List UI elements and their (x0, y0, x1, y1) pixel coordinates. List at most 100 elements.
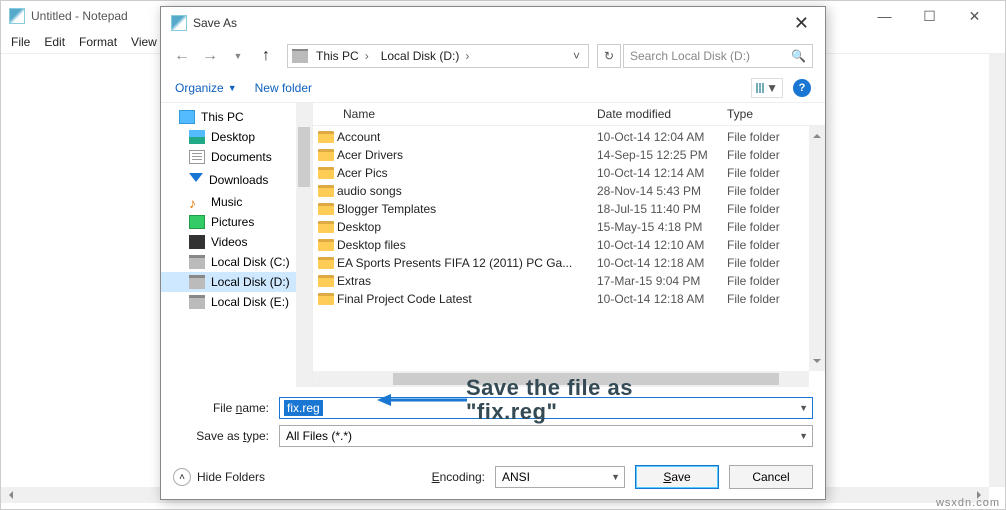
recent-dropdown[interactable]: ▼ (225, 43, 251, 69)
tree-local-disk-d[interactable]: Local Disk (D:) (161, 272, 312, 292)
file-date: 18-Jul-15 11:40 PM (597, 202, 727, 216)
v-scrollbar[interactable] (989, 54, 1005, 487)
refresh-button[interactable]: ↻ (597, 44, 621, 68)
file-row[interactable]: Desktop files10-Oct-14 12:10 AMFile fold… (313, 236, 809, 254)
col-type[interactable]: Type (727, 107, 807, 121)
file-type: File folder (727, 274, 807, 288)
menu-format[interactable]: Format (79, 35, 117, 49)
folder-icon (318, 185, 334, 197)
organize-button[interactable]: Organize ▼ (175, 81, 237, 95)
folder-icon (318, 293, 334, 305)
pc-icon (179, 110, 195, 124)
address-bar[interactable]: This PC Local Disk (D:) ˅ (287, 44, 589, 68)
menu-view[interactable]: View (131, 35, 157, 49)
menu-file[interactable]: File (11, 35, 30, 49)
tree-this-pc[interactable]: This PC (161, 107, 312, 127)
col-date[interactable]: Date modified (597, 107, 727, 121)
music-icon: ♪ (189, 195, 205, 209)
tree-videos[interactable]: Videos (161, 232, 312, 252)
view-options-button[interactable]: ▼ (751, 78, 783, 98)
tree-local-disk-c[interactable]: Local Disk (C:) (161, 252, 312, 272)
tree-downloads[interactable]: Downloads (161, 167, 312, 192)
tree-pictures[interactable]: Pictures (161, 212, 312, 232)
file-row[interactable]: Final Project Code Latest10-Oct-14 12:18… (313, 290, 809, 308)
file-name: Desktop (337, 220, 597, 234)
annotation-arrow-icon (377, 393, 467, 407)
file-name: Acer Drivers (337, 148, 597, 162)
maximize-button[interactable]: ☐ (907, 2, 952, 30)
encoding-label: Encoding: (432, 470, 485, 484)
file-name: audio songs (337, 184, 597, 198)
new-folder-button[interactable]: New folder (255, 81, 312, 95)
file-date: 15-May-15 4:18 PM (597, 220, 727, 234)
folder-icon (318, 257, 334, 269)
toolbar: Organize ▼ New folder ▼ ? (161, 73, 825, 103)
drive-icon (292, 49, 308, 63)
file-row[interactable]: Extras17-Mar-15 9:04 PMFile folder (313, 272, 809, 290)
col-name[interactable]: Name (343, 107, 597, 121)
file-type: File folder (727, 256, 807, 270)
file-name: EA Sports Presents FIFA 12 (2011) PC Ga.… (337, 256, 597, 270)
dialog-close-button[interactable]: ✕ (788, 13, 815, 34)
forward-button[interactable]: → (197, 43, 223, 69)
file-row[interactable]: Acer Drivers14-Sep-15 12:25 PMFile folde… (313, 146, 809, 164)
file-date: 10-Oct-14 12:04 AM (597, 130, 727, 144)
chevron-down-icon: ▼ (799, 431, 808, 441)
tree-scrollbar[interactable] (296, 103, 312, 387)
back-button[interactable]: ← (169, 43, 195, 69)
file-name: Account (337, 130, 597, 144)
menu-edit[interactable]: Edit (44, 35, 65, 49)
close-button[interactable]: ✕ (952, 2, 997, 30)
file-row[interactable]: EA Sports Presents FIFA 12 (2011) PC Ga.… (313, 254, 809, 272)
file-row[interactable]: Blogger Templates18-Jul-15 11:40 PMFile … (313, 200, 809, 218)
file-date: 14-Sep-15 12:25 PM (597, 148, 727, 162)
saveastype-select[interactable]: All Files (*.*) ▼ (279, 425, 813, 447)
breadcrumb-local-disk-d[interactable]: Local Disk (D:) (377, 49, 474, 63)
file-type: File folder (727, 166, 807, 180)
tree-documents[interactable]: Documents (161, 147, 312, 167)
tree-music[interactable]: ♪Music (161, 192, 312, 212)
file-list-v-scrollbar[interactable] (809, 126, 825, 371)
file-name: Final Project Code Latest (337, 292, 597, 306)
tree-desktop[interactable]: Desktop (161, 127, 312, 147)
tree-local-disk-e[interactable]: Local Disk (E:) (161, 292, 312, 312)
chevron-down-icon: ▼ (228, 83, 237, 93)
videos-icon (189, 235, 205, 249)
file-date: 10-Oct-14 12:10 AM (597, 238, 727, 252)
file-date: 17-Mar-15 9:04 PM (597, 274, 727, 288)
annotation-text: Save the file as "fix.reg" (466, 376, 633, 424)
encoding-select[interactable]: ANSI ▼ (495, 466, 625, 488)
file-type: File folder (727, 130, 807, 144)
dialog-icon (171, 15, 187, 31)
search-placeholder: Search Local Disk (D:) (630, 49, 750, 63)
file-type: File folder (727, 184, 807, 198)
dialog-titlebar: Save As ✕ (161, 7, 825, 39)
search-input[interactable]: Search Local Disk (D:) 🔍 (623, 44, 813, 68)
cancel-button[interactable]: Cancel (729, 465, 813, 489)
file-list[interactable]: Account10-Oct-14 12:04 AMFile folderAcer… (313, 126, 825, 387)
minimize-button[interactable]: — (862, 2, 907, 30)
nav-tree: This PC Desktop Documents Downloads ♪Mus… (161, 103, 313, 387)
collapse-icon: ˄ (173, 468, 191, 486)
file-date: 10-Oct-14 12:14 AM (597, 166, 727, 180)
file-name: Blogger Templates (337, 202, 597, 216)
help-button[interactable]: ? (793, 79, 811, 97)
file-row[interactable]: Desktop15-May-15 4:18 PMFile folder (313, 218, 809, 236)
address-dropdown-icon[interactable]: ˅ (569, 49, 584, 63)
folder-icon (318, 221, 334, 233)
breadcrumb-this-pc[interactable]: This PC (312, 49, 373, 63)
search-icon: 🔍 (791, 49, 806, 63)
file-row[interactable]: audio songs28-Nov-14 5:43 PMFile folder (313, 182, 809, 200)
hide-folders-button[interactable]: ˄ Hide Folders (173, 468, 265, 486)
filename-value: fix.reg (284, 400, 323, 416)
chevron-down-icon[interactable]: ▼ (799, 403, 808, 413)
folder-icon (318, 239, 334, 251)
chevron-down-icon: ▼ (611, 472, 620, 482)
file-row[interactable]: Account10-Oct-14 12:04 AMFile folder (313, 128, 809, 146)
file-row[interactable]: Acer Pics10-Oct-14 12:14 AMFile folder (313, 164, 809, 182)
save-button[interactable]: Save (635, 465, 719, 489)
drive-icon (189, 295, 205, 309)
folder-icon (318, 275, 334, 287)
folder-icon (318, 167, 334, 179)
up-button[interactable]: ↑ (253, 43, 279, 69)
